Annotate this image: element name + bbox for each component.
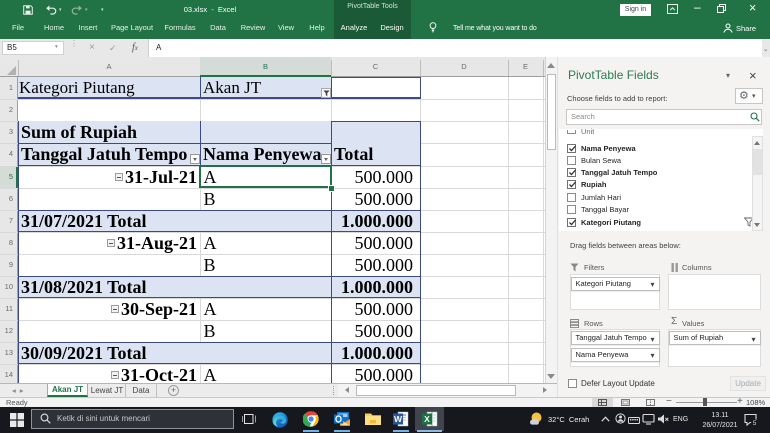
svg-text:5: 5: [753, 420, 757, 426]
svg-text:W: W: [394, 414, 403, 424]
svg-text:X: X: [424, 414, 430, 424]
